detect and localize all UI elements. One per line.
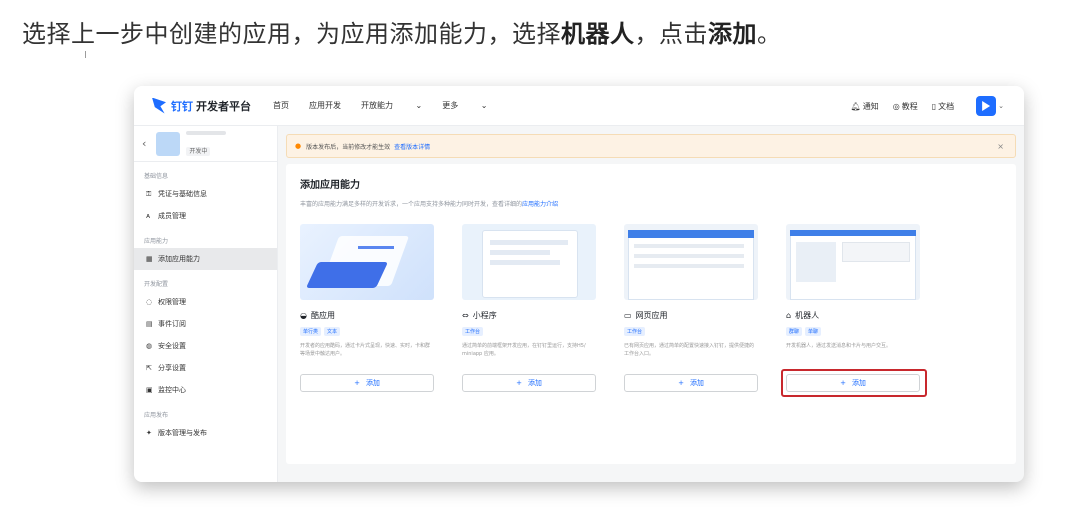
logo-brand: 钉钉: [171, 99, 193, 113]
text-cursor-icon: I: [84, 50, 87, 61]
monitor-icon: ▣: [146, 386, 153, 394]
app-icon: [156, 131, 181, 156]
logo-subtitle: 开发者平台: [196, 99, 251, 113]
plus-icon: +: [678, 379, 684, 387]
card-name: 酷应用: [310, 311, 335, 320]
sidebar-item-permissions[interactable]: ◌ 权限管理: [134, 291, 277, 313]
sidebar-item-share[interactable]: ⇱ 分享设置: [134, 357, 277, 379]
book-icon: ▯: [931, 101, 937, 111]
card-tag: 群聊: [786, 327, 803, 336]
person-icon: ᴀ: [146, 212, 151, 220]
screenshot-frame: 钉钉 开发者平台 首页 应用开发 开放能力 ⌄ 更多 ⌄ 🔔︎ 通知 ◎ 教程 ▯ 文…: [134, 86, 1024, 482]
card-description: 开发者的应用酷码，通过卡片式呈现，快速、实时，卡和群等场景中触达用户。: [300, 343, 431, 357]
key-icon: ⚿: [146, 189, 152, 198]
header-tools: 🔔︎ 通知 ◎ 教程 ▯ 文档 ⌄: [837, 86, 1004, 126]
card-description: 通过简单的前端框架开发应用，在钉钉里运行，支持H5/ miniapp 应用。: [462, 343, 586, 357]
app-header: ‹ 开发中: [134, 126, 277, 162]
release-banner: ● 版本发布后，当前修改才能生效 查看版本详情 ×: [286, 134, 1016, 158]
docs-button[interactable]: ▯ 文档: [932, 101, 954, 112]
capability-panel: 添加应用能力 丰富的应用能力满足多样的开发诉求，一个应用支持多种能力同时开发，查…: [286, 164, 1016, 464]
app-meta: 开发中: [186, 130, 227, 157]
version-icon: ✦: [146, 429, 152, 437]
main-nav: 首页 应用开发 开放能力 ⌄ 更多 ⌄: [273, 100, 508, 111]
add-cool-app-button[interactable]: + 添加: [300, 374, 434, 392]
sidebar-section-capabilities: 应用能力: [144, 238, 169, 245]
avatar[interactable]: [976, 96, 997, 116]
card-robot: ⌂ 机器人 群聊 单聊 开发机器人，通过发送消息和卡片与用户交互。 + 添加: [781, 224, 927, 404]
add-mini-program-button[interactable]: + 添加: [462, 374, 596, 392]
pin-icon: ◎: [892, 101, 900, 111]
card-cool-app: ◒ 酷应用 单行类 文本 开发者的应用酷码，通过卡片式呈现，快速、实时，卡和群等场景…: [300, 224, 440, 404]
capability-intro-link[interactable]: 应用能力介绍: [522, 201, 558, 208]
app-name-placeholder: [186, 130, 227, 135]
banner-text: 版本发布后，当前修改才能生效: [306, 143, 391, 151]
lock-icon: ◌: [146, 298, 153, 306]
capability-cards: ◒ 酷应用 单行类 文本 开发者的应用酷码，通过卡片式呈现，快速、实时，卡和群等场景…: [300, 224, 948, 404]
panel-title: 添加应用能力: [300, 180, 360, 191]
card-name: 机器人: [795, 311, 820, 320]
robot-illustration: [786, 224, 920, 300]
card-tag: 单行类: [300, 327, 322, 336]
back-arrow-icon[interactable]: ‹: [142, 137, 146, 150]
sidebar: ‹ 开发中 基础信息 ⚿ 凭证与基础信息 ᴀ 成员管理 应用能力 ▦ 添加应用能力 开…: [134, 126, 278, 482]
sidebar-section-release: 应用发布: [144, 412, 169, 419]
card-name: 小程序: [472, 311, 497, 320]
share-icon: ⇱: [146, 364, 152, 372]
instruction-bold-robot: 机器人: [561, 20, 635, 48]
web-app-icon: ▭: [624, 311, 632, 320]
warning-icon: ●: [295, 142, 302, 150]
nav-home[interactable]: 首页: [273, 100, 289, 111]
card-description: 已有网页应用，通过简单的配置快速接入钉钉，提供便捷的工作台入口。: [624, 343, 755, 357]
app-status-badge: 开发中: [186, 146, 211, 156]
card-web-app: ▭ 网页应用 工作台 已有网页应用，通过简单的配置快速接入钉钉，提供便捷的工作台入…: [624, 224, 764, 404]
sidebar-item-events[interactable]: ▤ 事件订阅: [134, 313, 277, 335]
bell-icon: 🔔︎: [850, 101, 861, 111]
main-content: ● 版本发布后，当前修改才能生效 查看版本详情 × 添加应用能力 丰富的应用能力…: [286, 134, 1016, 474]
robot-icon: ⌂: [786, 311, 792, 320]
top-navbar: 钉钉 开发者平台 首页 应用开发 开放能力 ⌄ 更多 ⌄ 🔔︎ 通知 ◎ 教程 ▯ 文…: [134, 86, 1024, 126]
highlight-box: [781, 369, 927, 397]
close-icon[interactable]: ×: [997, 142, 1004, 151]
grid-icon: ▦: [146, 255, 153, 263]
nav-open-capabilities[interactable]: 开放能力 ⌄: [361, 100, 422, 111]
dingtalk-logo-icon: [152, 97, 166, 114]
sidebar-item-security[interactable]: ◍ 安全设置: [134, 335, 277, 357]
event-icon: ▤: [146, 320, 153, 328]
nav-app-dev[interactable]: 应用开发: [309, 100, 341, 111]
tutorial-button[interactable]: ◎ 教程: [893, 101, 918, 112]
card-mini-program: ⇔ 小程序 工作台 通过简单的前端框架开发应用，在钉钉里运行，支持H5/ mini…: [462, 224, 602, 404]
card-description: 开发机器人，通过发送消息和卡片与用户交互。: [786, 343, 892, 349]
card-tag: 工作台: [624, 327, 646, 336]
panel-description: 丰富的应用能力满足多样的开发诉求，一个应用支持多种能力同时开发，查看详细的应用能…: [300, 201, 559, 208]
plus-icon: +: [354, 379, 360, 387]
card-tag: 单聊: [805, 327, 822, 336]
nav-more[interactable]: 更多 ⌄: [442, 100, 487, 111]
card-tag: 文本: [324, 327, 341, 336]
add-web-app-button[interactable]: + 添加: [624, 374, 758, 392]
chevron-down-icon[interactable]: ⌄: [998, 102, 1004, 110]
mini-program-illustration: [462, 224, 596, 300]
banner-link[interactable]: 查看版本详情: [394, 142, 430, 151]
instruction-text: 选择上一步中创建的应用，为应用添加能力，选择机器人，点击添加。: [22, 20, 782, 48]
cool-app-icon: ◒: [300, 311, 307, 320]
shield-icon: ◍: [146, 342, 153, 350]
mini-program-icon: ⇔: [462, 311, 469, 320]
sidebar-item-add-capability[interactable]: ▦ 添加应用能力: [134, 248, 277, 270]
web-app-illustration: [624, 224, 758, 300]
instruction-bold-add: 添加: [708, 20, 757, 48]
sidebar-section-dev-config: 开发配置: [144, 281, 169, 288]
logo[interactable]: 钉钉 开发者平台: [152, 97, 251, 114]
card-name: 网页应用: [635, 311, 668, 320]
sidebar-item-members[interactable]: ᴀ 成员管理: [134, 205, 277, 227]
notify-button[interactable]: 🔔︎ 通知: [851, 101, 879, 112]
sidebar-item-versions[interactable]: ✦ 版本管理与发布: [134, 422, 277, 444]
sidebar-section-basic: 基础信息: [144, 173, 169, 180]
card-tag: 工作台: [462, 327, 484, 336]
sidebar-item-credentials[interactable]: ⚿ 凭证与基础信息: [134, 183, 277, 205]
cool-app-illustration: [300, 224, 434, 300]
plus-icon: +: [516, 379, 522, 387]
sidebar-item-monitor[interactable]: ▣ 监控中心: [134, 379, 277, 401]
